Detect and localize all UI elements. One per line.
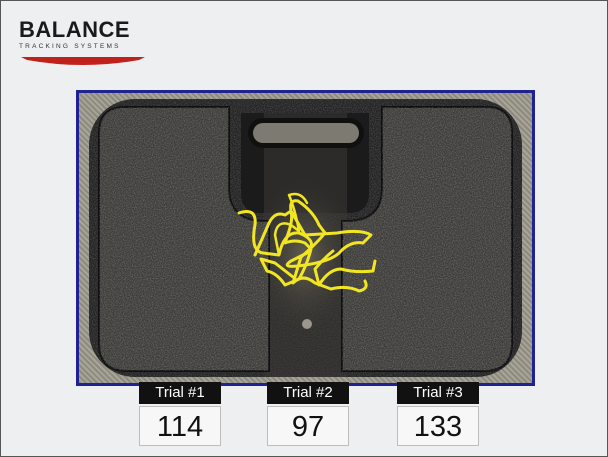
trial-value-3: 133	[397, 406, 479, 446]
trial-label-3: Trial #3	[397, 382, 479, 404]
balance-board-view	[76, 90, 535, 386]
trial-value-2: 97	[267, 406, 349, 446]
board-background	[79, 93, 532, 383]
app-window: BALANCE TRACKING SYSTEMS Trial #1 114 Tr…	[0, 0, 608, 457]
trial-panel-2: Trial #2 97	[267, 382, 349, 446]
trial-panel-1: Trial #1 114	[139, 382, 221, 446]
logo-title: BALANCE	[19, 17, 131, 42]
board-handle-grip	[253, 123, 359, 143]
logo-swoosh-icon	[21, 57, 145, 65]
trial-label-1: Trial #1	[139, 382, 221, 404]
board-center-dot	[302, 319, 312, 329]
balance-logo: BALANCE TRACKING SYSTEMS	[19, 19, 149, 69]
trial-panel-3: Trial #3 133	[397, 382, 479, 446]
balance-board-svg	[89, 99, 522, 377]
trial-value-1: 114	[139, 406, 221, 446]
trial-label-2: Trial #2	[267, 382, 349, 404]
logo-subtitle: TRACKING SYSTEMS	[19, 43, 121, 50]
